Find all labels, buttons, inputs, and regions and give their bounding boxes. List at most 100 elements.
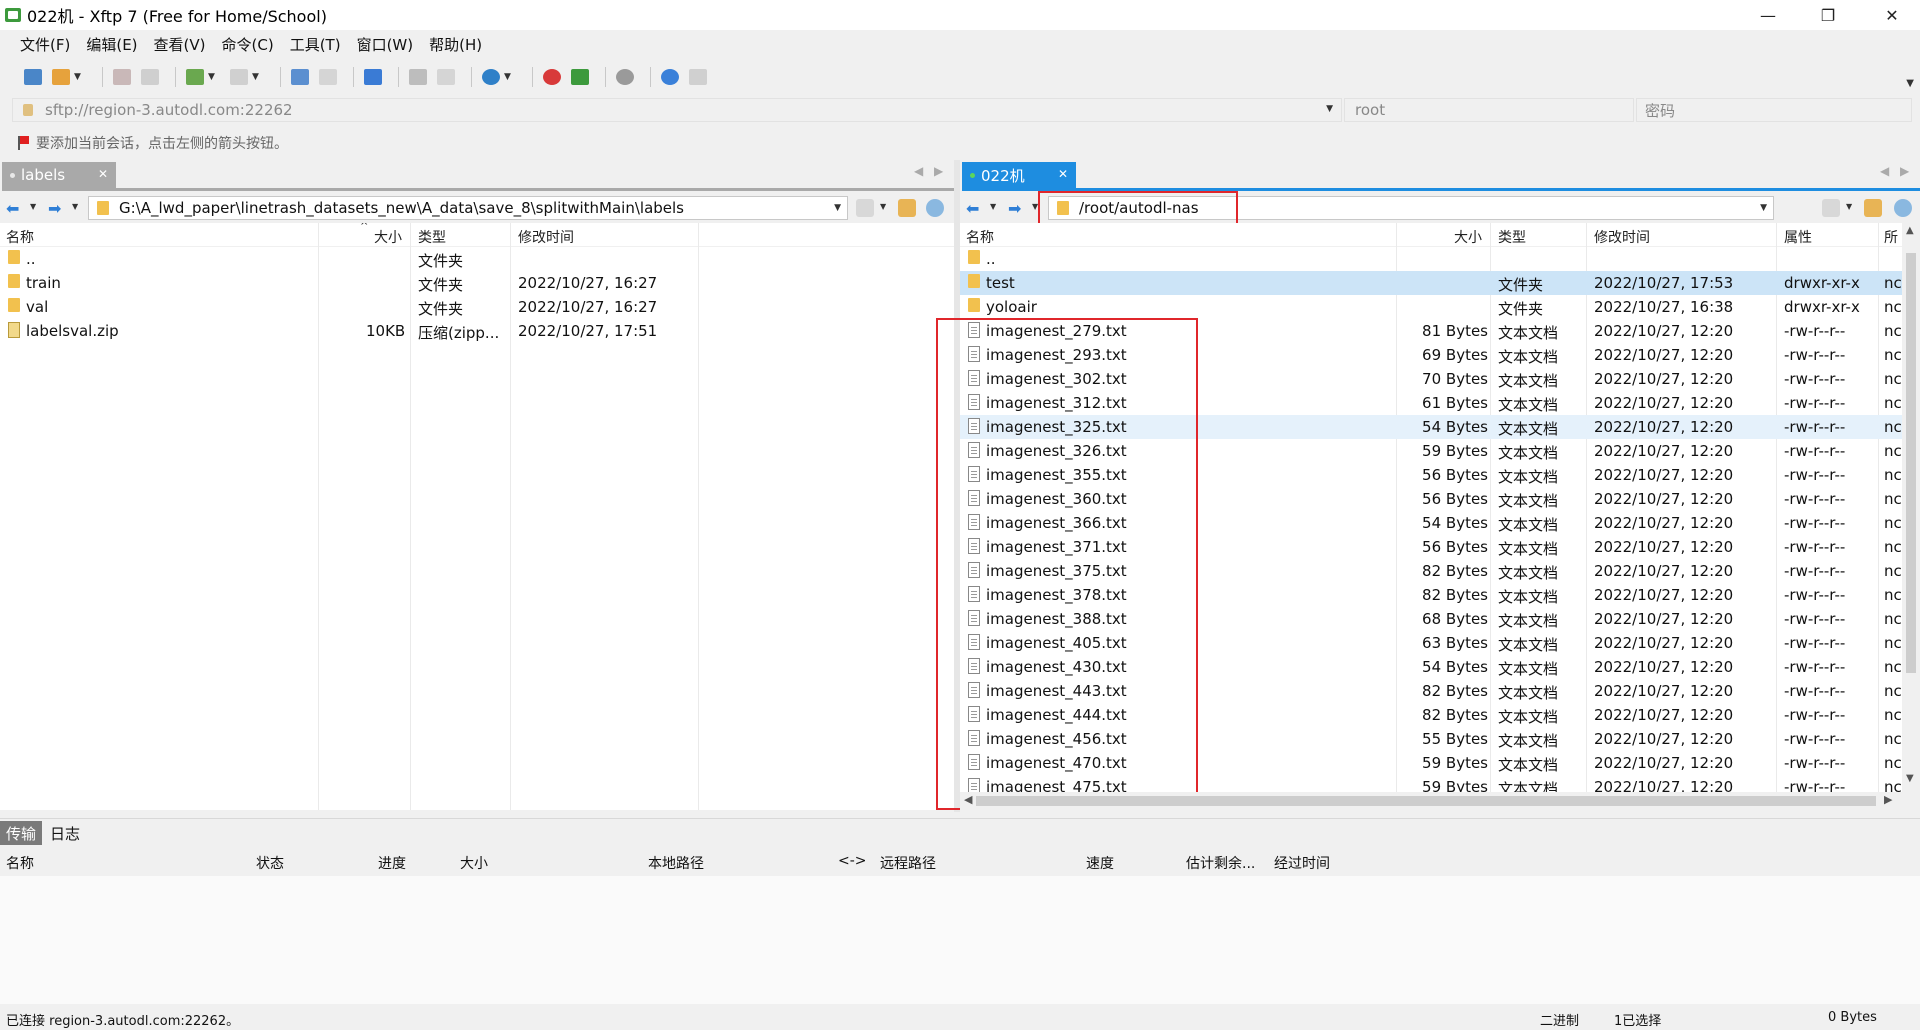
col-type[interactable]: 类型 [418, 227, 446, 247]
toolbar-overflow-icon[interactable]: ▼ [1906, 78, 1914, 89]
file-row[interactable]: imagenest_375.txt 82 Bytes 文本文档 2022/10/27,… [960, 559, 1920, 583]
col-size[interactable]: 大小 [460, 853, 488, 873]
file-row[interactable]: imagenest_360.txt 56 Bytes 文本文档 2022/10/27,… [960, 487, 1920, 511]
col-speed[interactable]: 速度 [1086, 853, 1114, 873]
xshell-icon[interactable] [541, 66, 563, 88]
col-direction[interactable]: <-> [838, 853, 867, 869]
back-arrow-icon[interactable]: ⬅ [6, 199, 19, 218]
scrollbar-thumb[interactable] [1906, 253, 1916, 673]
file-row[interactable]: train 文件夹 2022/10/27, 16:27 [0, 271, 954, 295]
file-row[interactable]: imagenest_366.txt 54 Bytes 文本文档 2022/10/27,… [960, 511, 1920, 535]
col-name[interactable]: 名称 [6, 227, 34, 247]
file-row[interactable]: imagenest_456.txt 55 Bytes 文本文档 2022/10/27,… [960, 727, 1920, 751]
help-icon[interactable] [659, 66, 681, 88]
remote-horizontal-scrollbar[interactable]: ◀ ▶ [960, 792, 1902, 810]
menu-file[interactable]: 文件(F) [12, 34, 78, 55]
file-row[interactable]: imagenest_405.txt 63 Bytes 文本文档 2022/10/27,… [960, 631, 1920, 655]
menu-view[interactable]: 查看(V) [146, 34, 214, 55]
globe-icon[interactable] [480, 66, 502, 88]
tab-remote-022[interactable]: 022机 ✕ [962, 162, 1076, 188]
copy-icon[interactable] [407, 66, 429, 88]
file-row[interactable]: imagenest_293.txt 69 Bytes 文本文档 2022/10/27,… [960, 343, 1920, 367]
transfer-list[interactable] [0, 876, 1920, 1004]
col-name[interactable]: 名称 [966, 227, 994, 247]
bookmark-dropdown-icon[interactable]: ▼ [1846, 202, 1852, 211]
scroll-down-icon[interactable]: ▼ [1906, 773, 1914, 784]
upload-icon[interactable] [289, 66, 311, 88]
reconnect-icon[interactable] [139, 66, 161, 88]
file-row[interactable]: .. [960, 247, 1920, 271]
col-remaining[interactable]: 估计剩余... [1186, 853, 1255, 873]
address-dropdown-icon[interactable]: ▼ [1326, 104, 1333, 114]
parent-folder-icon[interactable] [898, 199, 916, 217]
file-row[interactable]: imagenest_302.txt 70 Bytes 文本文档 2022/10/27,… [960, 367, 1920, 391]
refresh-icon[interactable] [1894, 199, 1912, 217]
tab-scroll-right-icon[interactable]: ▶ [1900, 164, 1909, 178]
chat-icon[interactable] [687, 66, 709, 88]
col-modified[interactable]: 修改时间 [518, 227, 574, 247]
file-row[interactable]: imagenest_371.txt 56 Bytes 文本文档 2022/10/27,… [960, 535, 1920, 559]
menu-edit[interactable]: 编辑(E) [78, 34, 145, 55]
remote-path-input[interactable]: /root/autodl-nas ▼ [1048, 196, 1774, 220]
bookmark-star-icon[interactable] [1822, 199, 1840, 217]
path-dropdown-icon[interactable]: ▼ [834, 203, 841, 213]
col-size[interactable]: 大小 [374, 227, 402, 247]
parent-folder-icon[interactable] [1864, 199, 1882, 217]
menu-command[interactable]: 命令(C) [214, 34, 282, 55]
file-row[interactable]: imagenest_470.txt 59 Bytes 文本文档 2022/10/27,… [960, 751, 1920, 775]
paste-icon[interactable] [435, 66, 457, 88]
bookmark-dropdown-icon[interactable]: ▼ [880, 202, 886, 211]
minimize-button[interactable]: — [1740, 0, 1796, 30]
tab-scroll-left-icon[interactable]: ◀ [1880, 164, 1889, 178]
scroll-up-icon[interactable]: ▲ [1906, 225, 1914, 236]
open-dropdown-icon[interactable]: ▼ [74, 72, 84, 82]
maximize-button[interactable]: ❐ [1800, 0, 1856, 30]
new-session-icon[interactable] [22, 66, 44, 88]
file-row[interactable]: imagenest_325.txt 54 Bytes 文本文档 2022/10/27,… [960, 415, 1920, 439]
local-path-input[interactable]: G:\A_lwd_paper\linetrash_datasets_new\A_… [88, 196, 848, 220]
back-dropdown-icon[interactable]: ▼ [990, 202, 996, 211]
menu-window[interactable]: 窗口(W) [349, 34, 422, 55]
scrollbar-thumb[interactable] [976, 796, 1876, 806]
tab-close-icon[interactable]: ✕ [98, 167, 108, 181]
file-row[interactable]: test 文件夹 2022/10/27, 17:53 drwxr-xr-x nc [960, 271, 1920, 295]
col-type[interactable]: 类型 [1498, 227, 1526, 247]
layout-icon[interactable] [228, 66, 250, 88]
file-row[interactable]: .. 文件夹 [0, 247, 954, 271]
file-row[interactable]: imagenest_279.txt 81 Bytes 文本文档 2022/10/27,… [960, 319, 1920, 343]
col-attributes[interactable]: 属性 [1784, 227, 1812, 247]
file-row[interactable]: imagenest_430.txt 54 Bytes 文本文档 2022/10/27,… [960, 655, 1920, 679]
file-row[interactable]: imagenest_355.txt 56 Bytes 文本文档 2022/10/27,… [960, 463, 1920, 487]
col-size[interactable]: 大小 [1454, 227, 1482, 247]
globe-dropdown-icon[interactable]: ▼ [504, 72, 514, 82]
file-row[interactable]: yoloair 文件夹 2022/10/27, 16:38 drwxr-xr-x nc [960, 295, 1920, 319]
xftp-icon[interactable] [569, 66, 591, 88]
forward-dropdown-icon[interactable]: ▼ [1032, 202, 1038, 211]
tab-local-labels[interactable]: labels ✕ [2, 162, 116, 188]
tab-close-icon[interactable]: ✕ [1058, 167, 1068, 181]
password-input[interactable]: 密码 [1636, 98, 1912, 122]
back-arrow-icon[interactable]: ⬅ [966, 199, 979, 218]
open-folder-icon[interactable] [50, 66, 72, 88]
layout-dropdown-icon[interactable]: ▼ [252, 72, 262, 82]
file-row[interactable]: imagenest_388.txt 68 Bytes 文本文档 2022/10/27,… [960, 607, 1920, 631]
col-remote-path[interactable]: 远程路径 [880, 853, 936, 873]
tab-log[interactable]: 日志 [44, 821, 86, 845]
new-tab-icon[interactable] [184, 66, 206, 88]
col-status[interactable]: 状态 [256, 853, 284, 873]
tab-scroll-right-icon[interactable]: ▶ [934, 164, 943, 178]
file-row[interactable]: imagenest_312.txt 61 Bytes 文本文档 2022/10/27,… [960, 391, 1920, 415]
disconnect-icon[interactable] [111, 66, 133, 88]
transfer-mode[interactable]: 二进制 [1540, 1010, 1579, 1029]
col-progress[interactable]: 进度 [378, 853, 406, 873]
menu-tools[interactable]: 工具(T) [282, 34, 349, 55]
tab-transfer[interactable]: 传输 [0, 821, 43, 845]
file-row[interactable]: imagenest_378.txt 82 Bytes 文本文档 2022/10/27,… [960, 583, 1920, 607]
host-address-input[interactable]: sftp://region-3.autodl.com:22262 ▼ [12, 98, 1342, 122]
username-input[interactable]: root [1344, 98, 1634, 122]
file-row[interactable]: val 文件夹 2022/10/27, 16:27 [0, 295, 954, 319]
file-row[interactable]: imagenest_444.txt 82 Bytes 文本文档 2022/10/27,… [960, 703, 1920, 727]
col-owner[interactable]: 所 [1884, 227, 1898, 247]
new-tab-dropdown-icon[interactable]: ▼ [208, 72, 218, 82]
tab-scroll-left-icon[interactable]: ◀ [914, 164, 923, 178]
